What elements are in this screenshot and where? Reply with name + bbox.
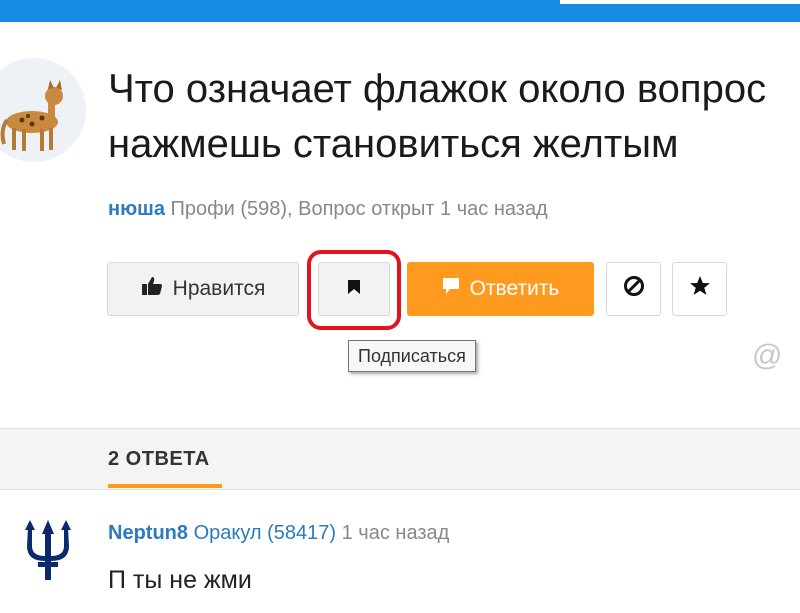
answer-author-rank: Оракул (58417) <box>193 522 337 544</box>
answer-time: 1 час назад <box>341 522 450 544</box>
comment-icon <box>442 277 470 301</box>
answer-button[interactable]: Ответить <box>407 262 594 316</box>
question-status: Вопрос открыт 1 час назад <box>298 198 548 220</box>
subscribe-highlight-annotation <box>307 250 401 330</box>
answer-author-avatar[interactable] <box>18 518 78 582</box>
star-icon <box>689 275 711 303</box>
question-author-link[interactable]: нюша <box>108 198 165 220</box>
thumbs-up-icon <box>141 276 173 302</box>
answer-text: П ты не жми <box>108 566 252 594</box>
question-meta: нюша Профи (598), Вопрос открыт 1 час на… <box>108 198 548 221</box>
question-author-rank: Профи (598), <box>170 198 293 220</box>
favorite-button[interactable] <box>672 262 727 316</box>
block-button[interactable] <box>606 262 661 316</box>
question-author-avatar[interactable] <box>0 58 86 162</box>
answers-count-tab[interactable]: 2 ОТВЕТА <box>108 448 210 471</box>
subscribe-tooltip: Подписаться <box>348 340 476 372</box>
answer-meta: Neptun8 Оракул (58417) 1 час назад <box>108 522 449 545</box>
answers-tab-underline <box>108 484 222 488</box>
answer-label: Ответить <box>469 277 560 300</box>
block-icon <box>623 275 645 303</box>
search-box[interactable] <box>560 0 800 4</box>
at-icon[interactable]: @ <box>752 340 782 372</box>
top-nav-bar <box>0 0 800 22</box>
question-title-line-1: Что означает флажок около вопрос <box>108 67 767 111</box>
answer-author-link[interactable]: Neptun8 <box>108 522 188 544</box>
like-button[interactable]: Нравится <box>107 262 299 316</box>
question-title: Что означает флажок около вопрос нажмешь… <box>108 62 800 172</box>
question-title-line-2: нажмешь становиться желтым <box>108 122 679 166</box>
like-label: Нравится <box>172 277 266 300</box>
